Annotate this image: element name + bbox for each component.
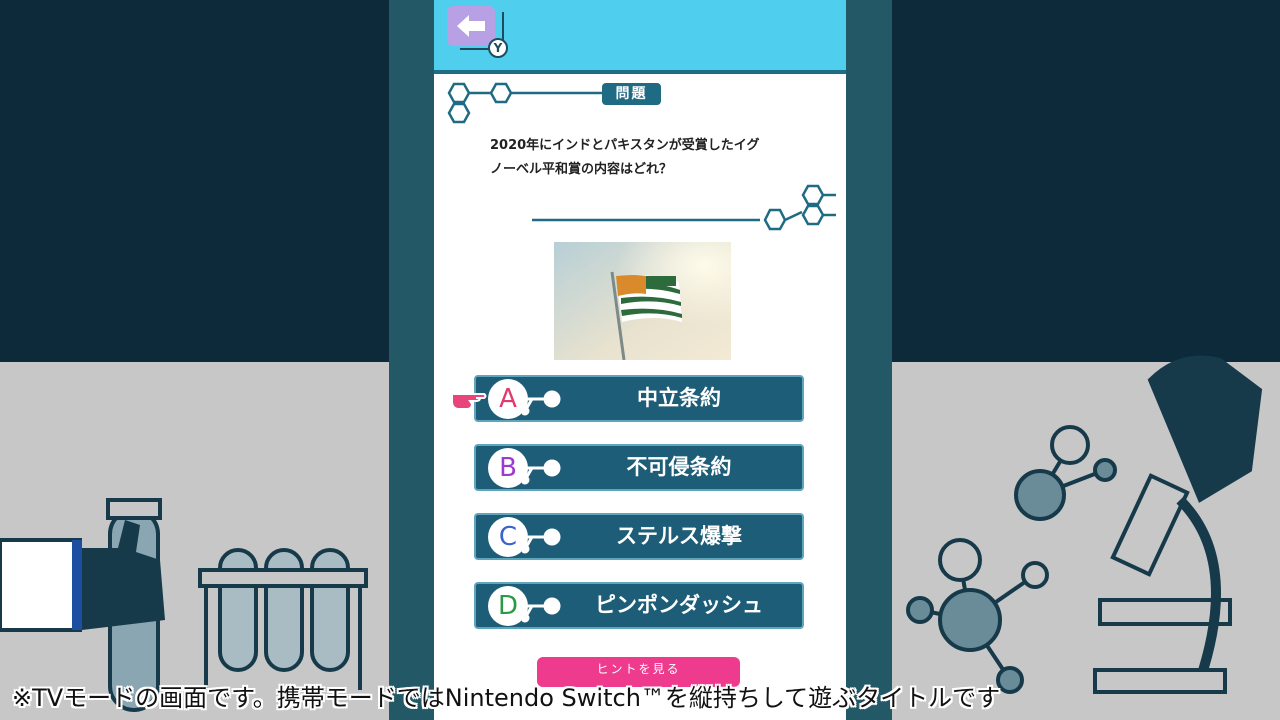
answer-button-c[interactable]: C ステルス爆撃 <box>474 513 804 560</box>
y-button-label: Y <box>493 41 503 55</box>
y-button-badge: Y <box>488 38 508 58</box>
caption-text: ※TVモードの画面です。携帯モードではNintendo Switch™を縦持ちし… <box>12 684 1001 712</box>
answer-text-a: 中立条約 <box>637 386 721 410</box>
answer-text-d: ピンポンダッシュ <box>595 593 763 617</box>
question-text: 2020年にインドとパキスタンが受賞したイグ ノーベル平和賞の内容はどれ？ <box>490 134 810 182</box>
header-bar: Y <box>434 0 846 74</box>
question-line-2: ノーベル平和賞の内容はどれ？ <box>490 162 673 177</box>
answer-button-a[interactable]: A 中立条約 <box>474 375 804 422</box>
pointing-hand-icon <box>451 393 487 410</box>
question-photo-flag <box>554 242 731 360</box>
molecule-illustration <box>906 425 1117 694</box>
microscope-illustration <box>1093 355 1263 694</box>
molecule-line-decoration-top <box>447 82 610 124</box>
question-tag: 問題 <box>602 83 661 105</box>
answer-text-c: ステルス爆撃 <box>616 524 742 548</box>
answer-text-b: 不可侵条約 <box>626 455 732 479</box>
answer-button-d[interactable]: D ピンポンダッシュ <box>474 582 804 629</box>
game-screen: Y 問題 2020年にインドとパキスタンが受賞したイグ ノーベル平和賞の内容はど… <box>434 0 846 720</box>
molecule-line-decoration-bottom <box>532 184 836 231</box>
arrow-left-icon <box>457 15 485 37</box>
back-button[interactable] <box>447 6 495 46</box>
question-line-1: 2020年にインドとパキスタンが受賞したイグ <box>490 138 760 153</box>
answer-button-b[interactable]: B 不可侵条約 <box>474 444 804 491</box>
test-tube-rack-illustration <box>198 548 368 690</box>
flag-stripes <box>616 274 682 322</box>
